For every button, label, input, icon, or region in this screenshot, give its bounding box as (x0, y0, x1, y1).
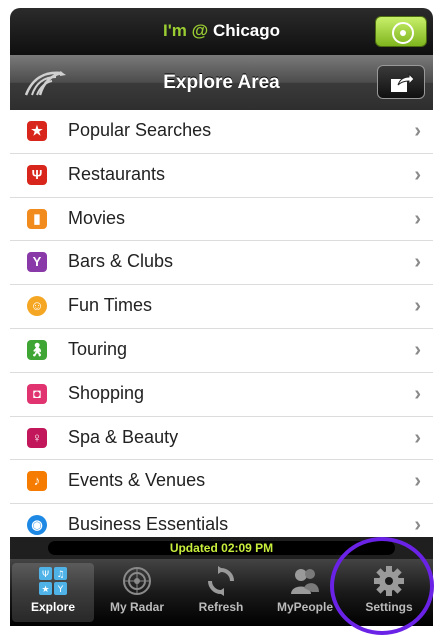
tab-label: Refresh (198, 600, 244, 614)
tab-bar: Ψ ♫ ★ Y Explore My Radar Refresh MyPeopl… (10, 559, 433, 626)
tab-explore[interactable]: Ψ ♫ ★ Y Explore (12, 563, 94, 622)
svg-text:♫: ♫ (56, 570, 64, 580)
target-icon (392, 22, 414, 44)
list-item-spa-beauty[interactable]: ♀ Spa & Beauty › (10, 417, 433, 461)
tab-my-radar[interactable]: My Radar (96, 563, 178, 622)
list-item-label: Fun Times (68, 295, 153, 316)
svg-text:Y: Y (57, 585, 64, 595)
location-bar: I'm @ Chicago (10, 8, 433, 55)
location-prefix: I'm (163, 21, 187, 40)
fork-knife-icon: Ψ (27, 164, 47, 185)
tab-label: MyPeople (276, 600, 333, 614)
list-item-movies[interactable]: ▮ Movies › (10, 198, 433, 242)
tab-refresh[interactable]: Refresh (180, 563, 262, 622)
chevron-right-icon: › (414, 426, 421, 449)
list-item-touring[interactable]: 🚶︎ Touring › (10, 329, 433, 373)
chevron-right-icon: › (414, 163, 421, 186)
location-at-symbol: @ (191, 21, 209, 40)
chevron-right-icon: › (414, 251, 421, 274)
music-note-icon: ♪ (27, 471, 47, 492)
list-item-label: Business Essentials (68, 514, 229, 535)
list-item-label: Touring (68, 338, 128, 359)
list-item-label: Events & Venues (68, 470, 206, 491)
list-item-popular-searches[interactable]: ★ Popular Searches › (10, 110, 433, 154)
location-city: Chicago (212, 21, 280, 40)
list-item-label: Bars & Clubs (68, 251, 174, 272)
list-item-restaurants[interactable]: Ψ Restaurants › (10, 154, 433, 198)
spa-person-icon: ♀ (27, 427, 47, 448)
explore-grid-icon: Ψ ♫ ★ Y (39, 567, 67, 595)
list-item-label: Popular Searches (68, 120, 212, 140)
film-icon: ▮ (27, 208, 47, 229)
tab-label: Explore (30, 600, 75, 614)
refresh-icon (208, 566, 234, 596)
tab-label: My Radar (109, 600, 165, 614)
navigation-header: Explore Area (10, 55, 433, 111)
locate-me-button[interactable] (375, 16, 427, 47)
chevron-right-icon: › (414, 514, 421, 537)
star-icon: ★ (27, 121, 47, 141)
list-item-business-essentials[interactable]: ◉ Business Essentials › (10, 504, 433, 537)
list-item-fun-times[interactable]: ☺ Fun Times › (10, 285, 433, 329)
chevron-right-icon: › (414, 295, 421, 318)
list-item-label: Shopping (68, 382, 145, 403)
share-icon (391, 73, 414, 92)
tab-settings[interactable]: Settings (348, 563, 430, 622)
cocktail-icon: Y (27, 252, 47, 273)
page-title: Explore Area (163, 72, 280, 93)
tab-label: Settings (365, 600, 413, 614)
chevron-right-icon: › (414, 207, 421, 230)
updated-timestamp: Updated 02:09 PM (48, 541, 395, 555)
list-item-label: Spa & Beauty (68, 426, 179, 447)
current-location: I'm @ Chicago (10, 21, 433, 41)
chevron-right-icon: › (414, 382, 421, 405)
walking-person-icon: 🚶︎ (27, 339, 47, 360)
share-button[interactable] (377, 65, 425, 99)
tab-mypeople[interactable]: MyPeople (264, 563, 346, 622)
list-item-label: Restaurants (68, 163, 166, 184)
chevron-right-icon: › (414, 470, 421, 493)
people-icon (291, 569, 319, 594)
svg-text:Ψ: Ψ (42, 570, 49, 580)
wifi-icon: ◉ (27, 515, 47, 536)
list-item-events-venues[interactable]: ♪ Events & Venues › (10, 460, 433, 505)
chevron-right-icon: › (414, 338, 421, 361)
list-item-shopping[interactable]: ◘ Shopping › (10, 373, 433, 417)
update-status-bar: Updated 02:09 PM (10, 537, 433, 559)
gear-icon (374, 566, 404, 596)
smiley-icon: ☺ (27, 296, 47, 317)
chevron-right-icon: › (414, 120, 421, 142)
svg-text:★: ★ (41, 585, 49, 595)
list-item-bars-clubs[interactable]: Y Bars & Clubs › (10, 241, 433, 286)
radar-icon (123, 567, 151, 595)
category-list[interactable]: ★ Popular Searches › Ψ Restaurants › ▮ M… (10, 110, 433, 537)
list-item-label: Movies (68, 207, 126, 228)
shopping-bag-icon: ◘ (27, 383, 47, 404)
